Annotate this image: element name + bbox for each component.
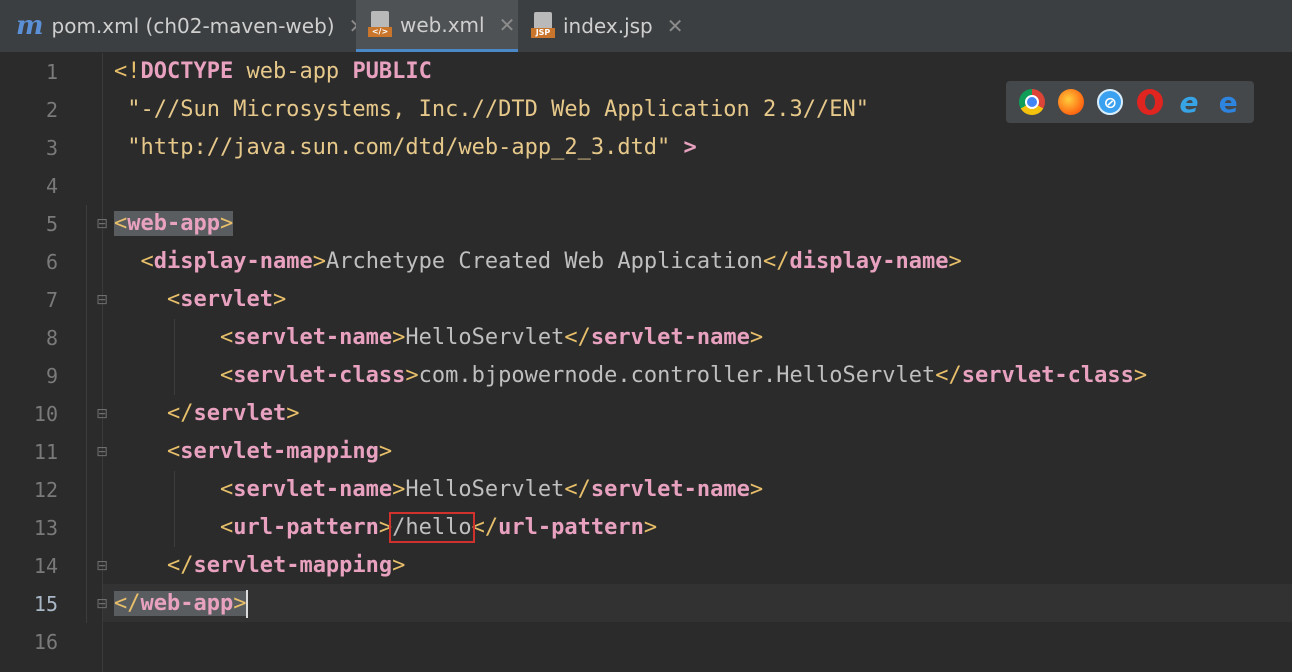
fold-end-icon[interactable]: ⊟ xyxy=(94,558,110,574)
line-number: 1 xyxy=(45,60,58,84)
line-number: 4 xyxy=(45,174,58,198)
line-number: 7 xyxy=(45,288,58,312)
code-line-15: </web-app> xyxy=(114,585,249,623)
edge-icon[interactable]: e xyxy=(1215,86,1241,119)
code-editor[interactable]: 1 2 3 4 5 6 7 8 9 10 11 12 13 14 15 16 ⊟… xyxy=(0,53,1292,672)
line-number: 6 xyxy=(45,250,58,274)
code-line-12: <servlet-name>HelloServlet</servlet-name… xyxy=(219,477,764,502)
fold-collapse-icon[interactable]: ⊟ xyxy=(94,216,110,232)
opera-icon[interactable] xyxy=(1136,89,1163,115)
code-line-2: "-//Sun Microsystems, Inc.//DTD Web Appl… xyxy=(114,97,869,122)
internet-explorer-icon[interactable]: e xyxy=(1176,86,1202,119)
code-line-14: </servlet-mapping> xyxy=(166,553,406,578)
code-line-11: <servlet-mapping> xyxy=(166,439,393,464)
line-number: 2 xyxy=(45,98,58,122)
code-line-10: </servlet> xyxy=(166,401,300,426)
fold-end-icon[interactable]: ⊟ xyxy=(94,596,110,612)
close-icon[interactable]: ✕ xyxy=(499,13,516,37)
fold-collapse-icon[interactable]: ⊟ xyxy=(94,444,110,460)
firefox-icon[interactable] xyxy=(1057,89,1084,115)
line-number: 5 xyxy=(45,212,58,236)
line-number-current: 15 xyxy=(33,592,58,616)
matched-tag-highlight: <web-app> xyxy=(114,211,234,236)
code-line-1: <!DOCTYPE web-app PUBLIC xyxy=(114,59,432,84)
editor-tab-bar: m pom.xml (ch02-maven-web) ✕ </> web.xml… xyxy=(0,0,1292,53)
chrome-icon[interactable] xyxy=(1018,89,1045,115)
line-number: 14 xyxy=(33,554,58,578)
current-line-highlight xyxy=(103,584,1292,622)
line-number: 12 xyxy=(33,478,58,502)
tab-label: pom.xml (ch02-maven-web) xyxy=(51,14,335,38)
tab-pom-xml[interactable]: m pom.xml (ch02-maven-web) ✕ xyxy=(0,0,365,52)
line-number: 13 xyxy=(33,516,58,540)
line-number: 10 xyxy=(33,402,58,426)
tab-index-jsp[interactable]: JSP index.jsp ✕ xyxy=(519,0,687,52)
safari-icon[interactable]: ⊘ xyxy=(1097,89,1124,115)
jsp-file-icon: JSP xyxy=(531,12,555,40)
code-line-13: <url-pattern>/hello</url-pattern> xyxy=(219,512,658,543)
fold-collapse-icon[interactable]: ⊟ xyxy=(94,292,110,308)
ide-window: m pom.xml (ch02-maven-web) ✕ </> web.xml… xyxy=(0,0,1292,672)
matched-tag-highlight: </web-app> xyxy=(114,591,247,616)
code-line-8: <servlet-name>HelloServlet</servlet-name… xyxy=(219,325,764,350)
maven-icon: m xyxy=(16,11,44,41)
text-caret xyxy=(246,590,249,618)
fold-end-icon[interactable]: ⊟ xyxy=(94,406,110,422)
tab-label: index.jsp xyxy=(563,14,653,38)
tab-web-xml[interactable]: </> web.xml ✕ xyxy=(356,0,518,52)
line-number: 3 xyxy=(45,136,58,160)
line-number: 8 xyxy=(45,326,58,350)
indent-guide xyxy=(86,205,87,623)
line-number: 16 xyxy=(33,630,58,654)
code-line-7: <servlet> xyxy=(166,287,287,312)
tab-label: web.xml xyxy=(400,12,485,37)
code-line-6: <display-name>Archetype Created Web Appl… xyxy=(140,249,962,274)
url-pattern-value-highlight: /hello xyxy=(389,512,475,543)
browser-preview-toolbar: ⊘ e e xyxy=(1006,81,1254,123)
code-line-5: <web-app> xyxy=(114,205,234,243)
code-line-3: "http://java.sun.com/dtd/web-app_2_3.dtd… xyxy=(114,135,697,160)
close-icon[interactable]: ✕ xyxy=(667,14,684,38)
xml-file-icon: </> xyxy=(368,10,392,39)
line-number: 11 xyxy=(33,440,58,464)
line-number-gutter[interactable]: 1 2 3 4 5 6 7 8 9 10 11 12 13 14 15 16 ⊟… xyxy=(0,53,108,672)
code-line-9: <servlet-class>com.bjpowernode.controlle… xyxy=(219,363,1148,388)
line-number: 9 xyxy=(45,364,58,388)
